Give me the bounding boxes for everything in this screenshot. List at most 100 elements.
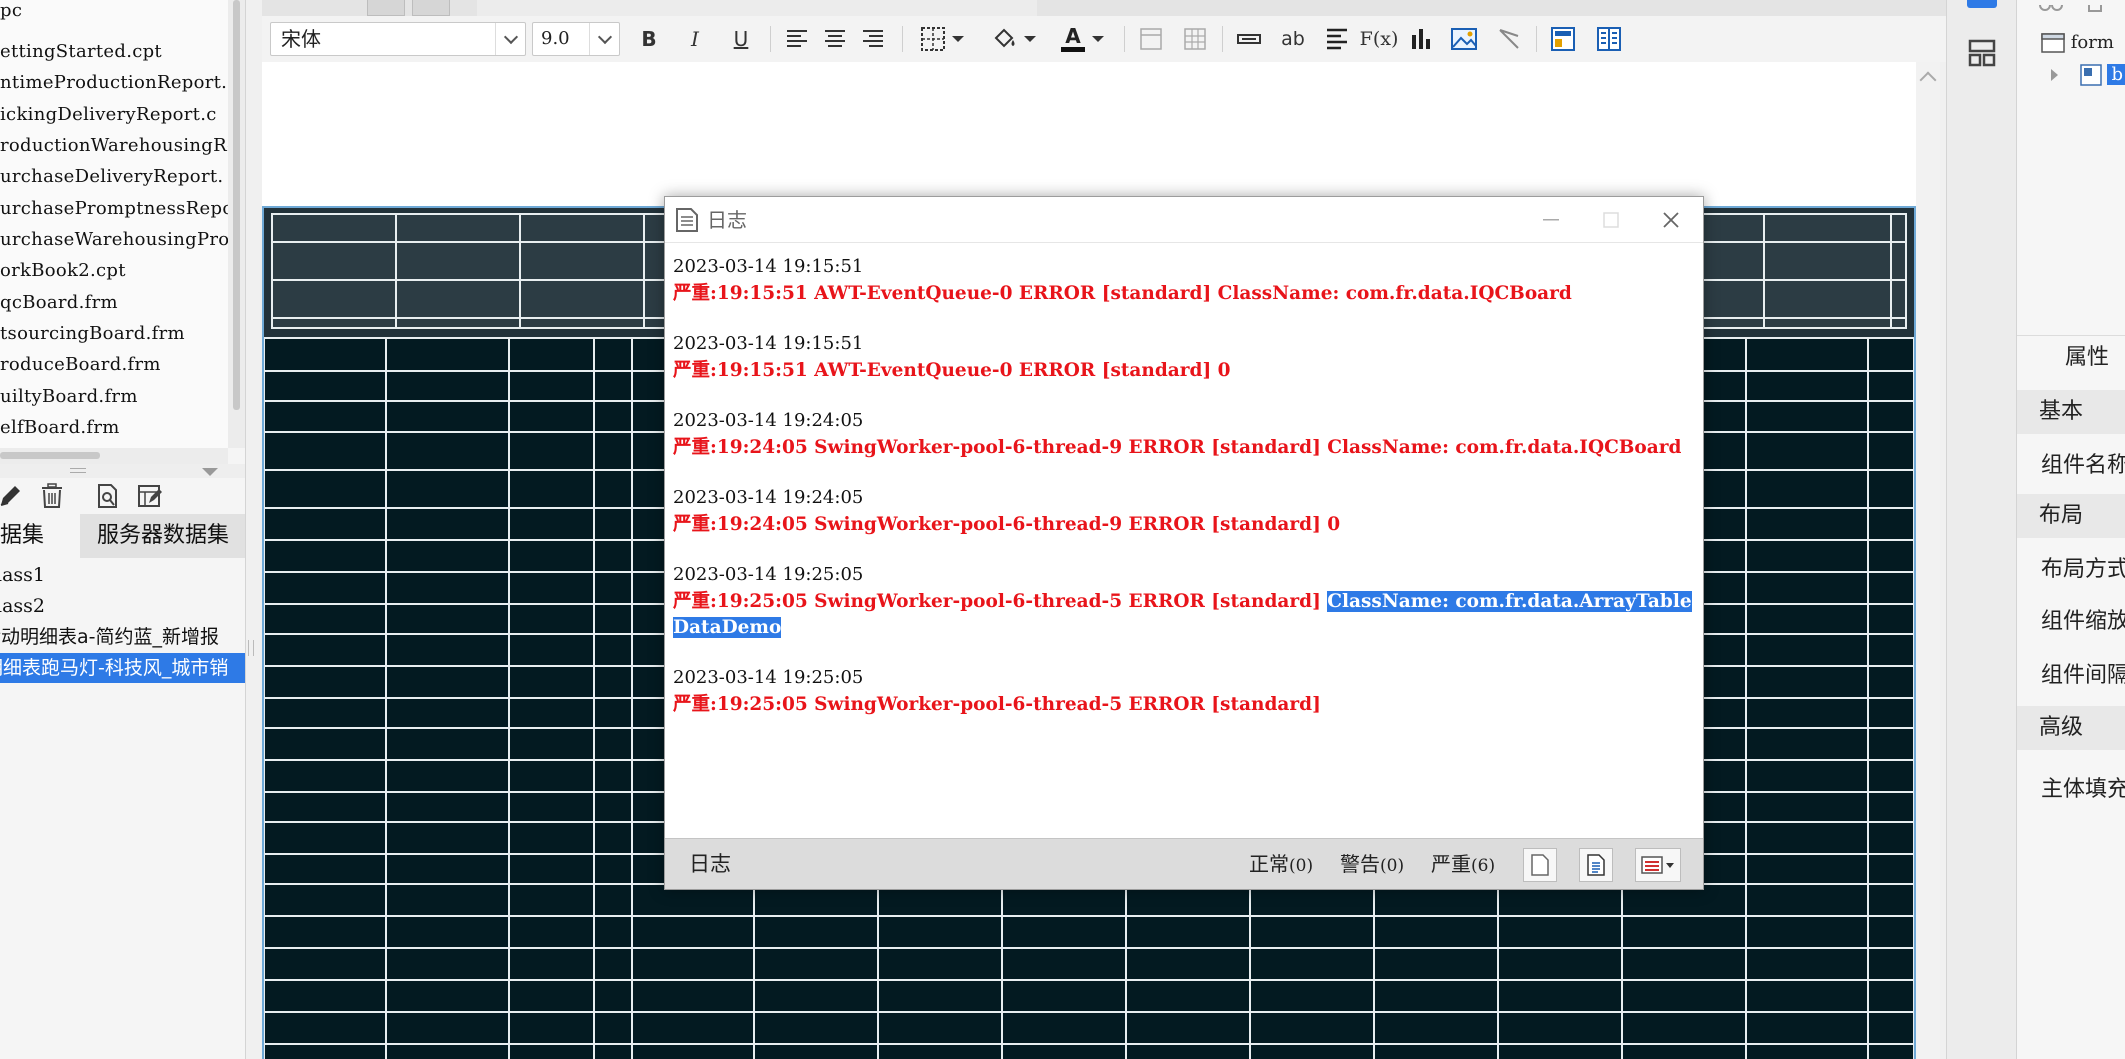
body-icon [2079, 64, 2102, 86]
active-tab-marker[interactable] [1967, 0, 1997, 8]
fill-color-dropdown[interactable] [986, 23, 1042, 55]
resize-grip[interactable] [248, 640, 254, 656]
log-entry: 2023-03-14 19:25:05 严重:19:25:05 SwingWor… [673, 563, 1693, 641]
log-status-label: 日志 [689, 852, 731, 876]
editor-tab[interactable] [367, 0, 405, 16]
log-title: 日志 [707, 208, 747, 232]
tab-local-dataset[interactable]: 数据集 [0, 514, 80, 558]
align-left-icon[interactable] [782, 23, 812, 55]
tab-server-dataset[interactable]: 服务器数据集 [80, 514, 245, 558]
log-filter-icon[interactable] [1635, 848, 1681, 882]
maximize-icon[interactable] [1581, 197, 1641, 243]
file-item[interactable]: ettingStarted.cpt [0, 37, 162, 67]
file-item[interactable]: urchasePromptnessRepor [0, 194, 228, 224]
border-icon [921, 27, 945, 51]
file-item[interactable]: uiltyBoard.frm [0, 382, 138, 412]
log-timestamp: 2023-03-14 19:15:51 [673, 256, 864, 277]
unmerge-cells-icon[interactable] [1180, 23, 1210, 55]
editor-tab[interactable] [412, 0, 450, 16]
file-list-horizontal-scrollbar[interactable] [0, 448, 228, 464]
insert-widget-icon[interactable] [1234, 23, 1264, 55]
file-item[interactable]: pc [0, 0, 22, 26]
edit-dataset-icon[interactable] [136, 482, 164, 510]
prop-component-spacing: 组件间隔 [2041, 663, 2125, 688]
log-timestamp: 2023-03-14 19:25:05 [673, 564, 864, 585]
expand-arrow-icon[interactable] [2051, 69, 2058, 81]
bold-button[interactable]: B [634, 23, 664, 55]
log-titlebar[interactable]: 日志 [665, 197, 1703, 243]
log-entry: 2023-03-14 19:24:05 严重:19:24:05 SwingWor… [673, 409, 1693, 461]
tree-node-child[interactable]: b [2051, 60, 2125, 90]
dataset-tabs: 数据集 服务器数据集 [0, 514, 245, 558]
prop-section-basic[interactable]: 基本 [2017, 390, 2125, 434]
minimize-icon[interactable] [1521, 197, 1581, 243]
text-widget-button[interactable]: ab [1278, 23, 1308, 55]
copy-log-icon[interactable] [1579, 848, 1613, 882]
collapse-caret-icon[interactable] [202, 468, 218, 476]
log-entry: 2023-03-14 19:25:05 严重:19:25:05 SwingWor… [673, 666, 1693, 718]
right-panel: form b 属性 基本 组件名称 布局 布局方式 组件缩放 组件间隔 高级 主… [2016, 0, 2125, 1059]
prop-body-fill: 主体填充 [2041, 777, 2125, 802]
file-item[interactable]: urchaseDeliveryReport. [0, 162, 223, 192]
prop-section-advanced[interactable]: 高级 [2017, 706, 2125, 750]
dataset-item[interactable]: lass1 [0, 560, 245, 590]
dataset-toolbar [0, 478, 245, 514]
report-layout-icon[interactable] [1594, 23, 1624, 55]
dataset-item-selected[interactable]: 明细表跑马灯-科技风_城市销 [0, 653, 245, 683]
file-item[interactable]: urchaseWarehousingProm [0, 225, 228, 255]
dataset-item[interactable]: lass2 [0, 591, 245, 621]
formula-button[interactable]: F(x) [1360, 23, 1399, 55]
merge-cells-icon[interactable] [1136, 23, 1166, 55]
form-icon [2041, 33, 2065, 53]
file-item[interactable]: ntimeProductionReport. [0, 68, 227, 98]
bar-chart-icon[interactable] [1406, 23, 1436, 55]
align-right-icon[interactable] [858, 23, 888, 55]
log-entry: 2023-03-14 19:15:51 严重:19:15:51 AWT-Even… [673, 255, 1693, 307]
font-family-select[interactable]: 宋体 [270, 22, 526, 56]
paragraph-icon[interactable] [1322, 23, 1352, 55]
form-layout-icon[interactable] [1548, 23, 1578, 55]
image-icon[interactable] [1448, 23, 1480, 55]
normal-count: 正常(0) [1249, 852, 1314, 876]
underline-button[interactable]: U [726, 23, 756, 55]
clear-log-icon[interactable] [1523, 848, 1557, 882]
log-timestamp: 2023-03-14 19:24:05 [673, 410, 864, 431]
file-item[interactable]: roduceBoard.frm [0, 350, 161, 380]
font-size-select[interactable]: 9.0 [532, 22, 620, 56]
file-item[interactable]: ickingDeliveryReport.c [0, 100, 217, 130]
prop-section-layout[interactable]: 布局 [2017, 494, 2125, 538]
log-timestamp: 2023-03-14 19:25:05 [673, 667, 864, 688]
trash-icon[interactable] [38, 482, 66, 510]
severe-count: 严重(6) [1431, 852, 1496, 876]
file-item[interactable]: elfBoard.frm [0, 413, 120, 443]
widget-icon[interactable] [1967, 38, 1997, 68]
file-item[interactable]: qcBoard.frm [0, 288, 118, 318]
file-item[interactable]: tsourcingBoard.frm [0, 319, 185, 349]
border-dropdown[interactable] [914, 23, 970, 55]
log-message: 严重:19:24:05 SwingWorker-pool-6-thread-9 … [673, 437, 1682, 458]
pencil-icon[interactable] [0, 482, 24, 510]
log-content[interactable]: 2023-03-14 19:15:51 严重:19:15:51 AWT-Even… [673, 255, 1693, 825]
dataset-item[interactable]: 活动明细表a-简约蓝_新增报 [0, 622, 245, 652]
log-statusbar: 日志 正常(0) 警告(0) 严重(6) [665, 838, 1703, 889]
panel-split-handle[interactable] [0, 464, 245, 478]
tree-node-form[interactable]: form [2041, 28, 2114, 58]
canvas-vertical-scrollbar[interactable] [1916, 62, 1940, 1059]
scroll-up-icon[interactable] [1919, 71, 1937, 89]
file-item[interactable]: orkBook2.cpt [0, 256, 126, 286]
close-icon[interactable] [1641, 197, 1701, 243]
font-color-dropdown[interactable]: A [1054, 23, 1110, 55]
slash-line-icon[interactable] [1494, 23, 1524, 55]
log-timestamp: 2023-03-14 19:24:05 [673, 487, 864, 508]
log-message: 严重:19:15:51 AWT-EventQueue-0 ERROR [stan… [673, 360, 1231, 381]
prop-component-scale: 组件缩放 [2041, 609, 2125, 634]
log-timestamp: 2023-03-14 19:15:51 [673, 333, 864, 354]
align-center-icon[interactable] [820, 23, 850, 55]
log-message: 严重:19:24:05 SwingWorker-pool-6-thread-9 … [673, 514, 1341, 535]
preview-icon[interactable] [94, 482, 122, 510]
file-item[interactable]: roductionWarehousingRe [0, 131, 228, 161]
file-list-vertical-scrollbar[interactable] [228, 0, 245, 448]
editor-tab-strip [262, 0, 1946, 16]
log-file-icon [675, 207, 699, 233]
italic-button[interactable]: I [680, 23, 710, 55]
